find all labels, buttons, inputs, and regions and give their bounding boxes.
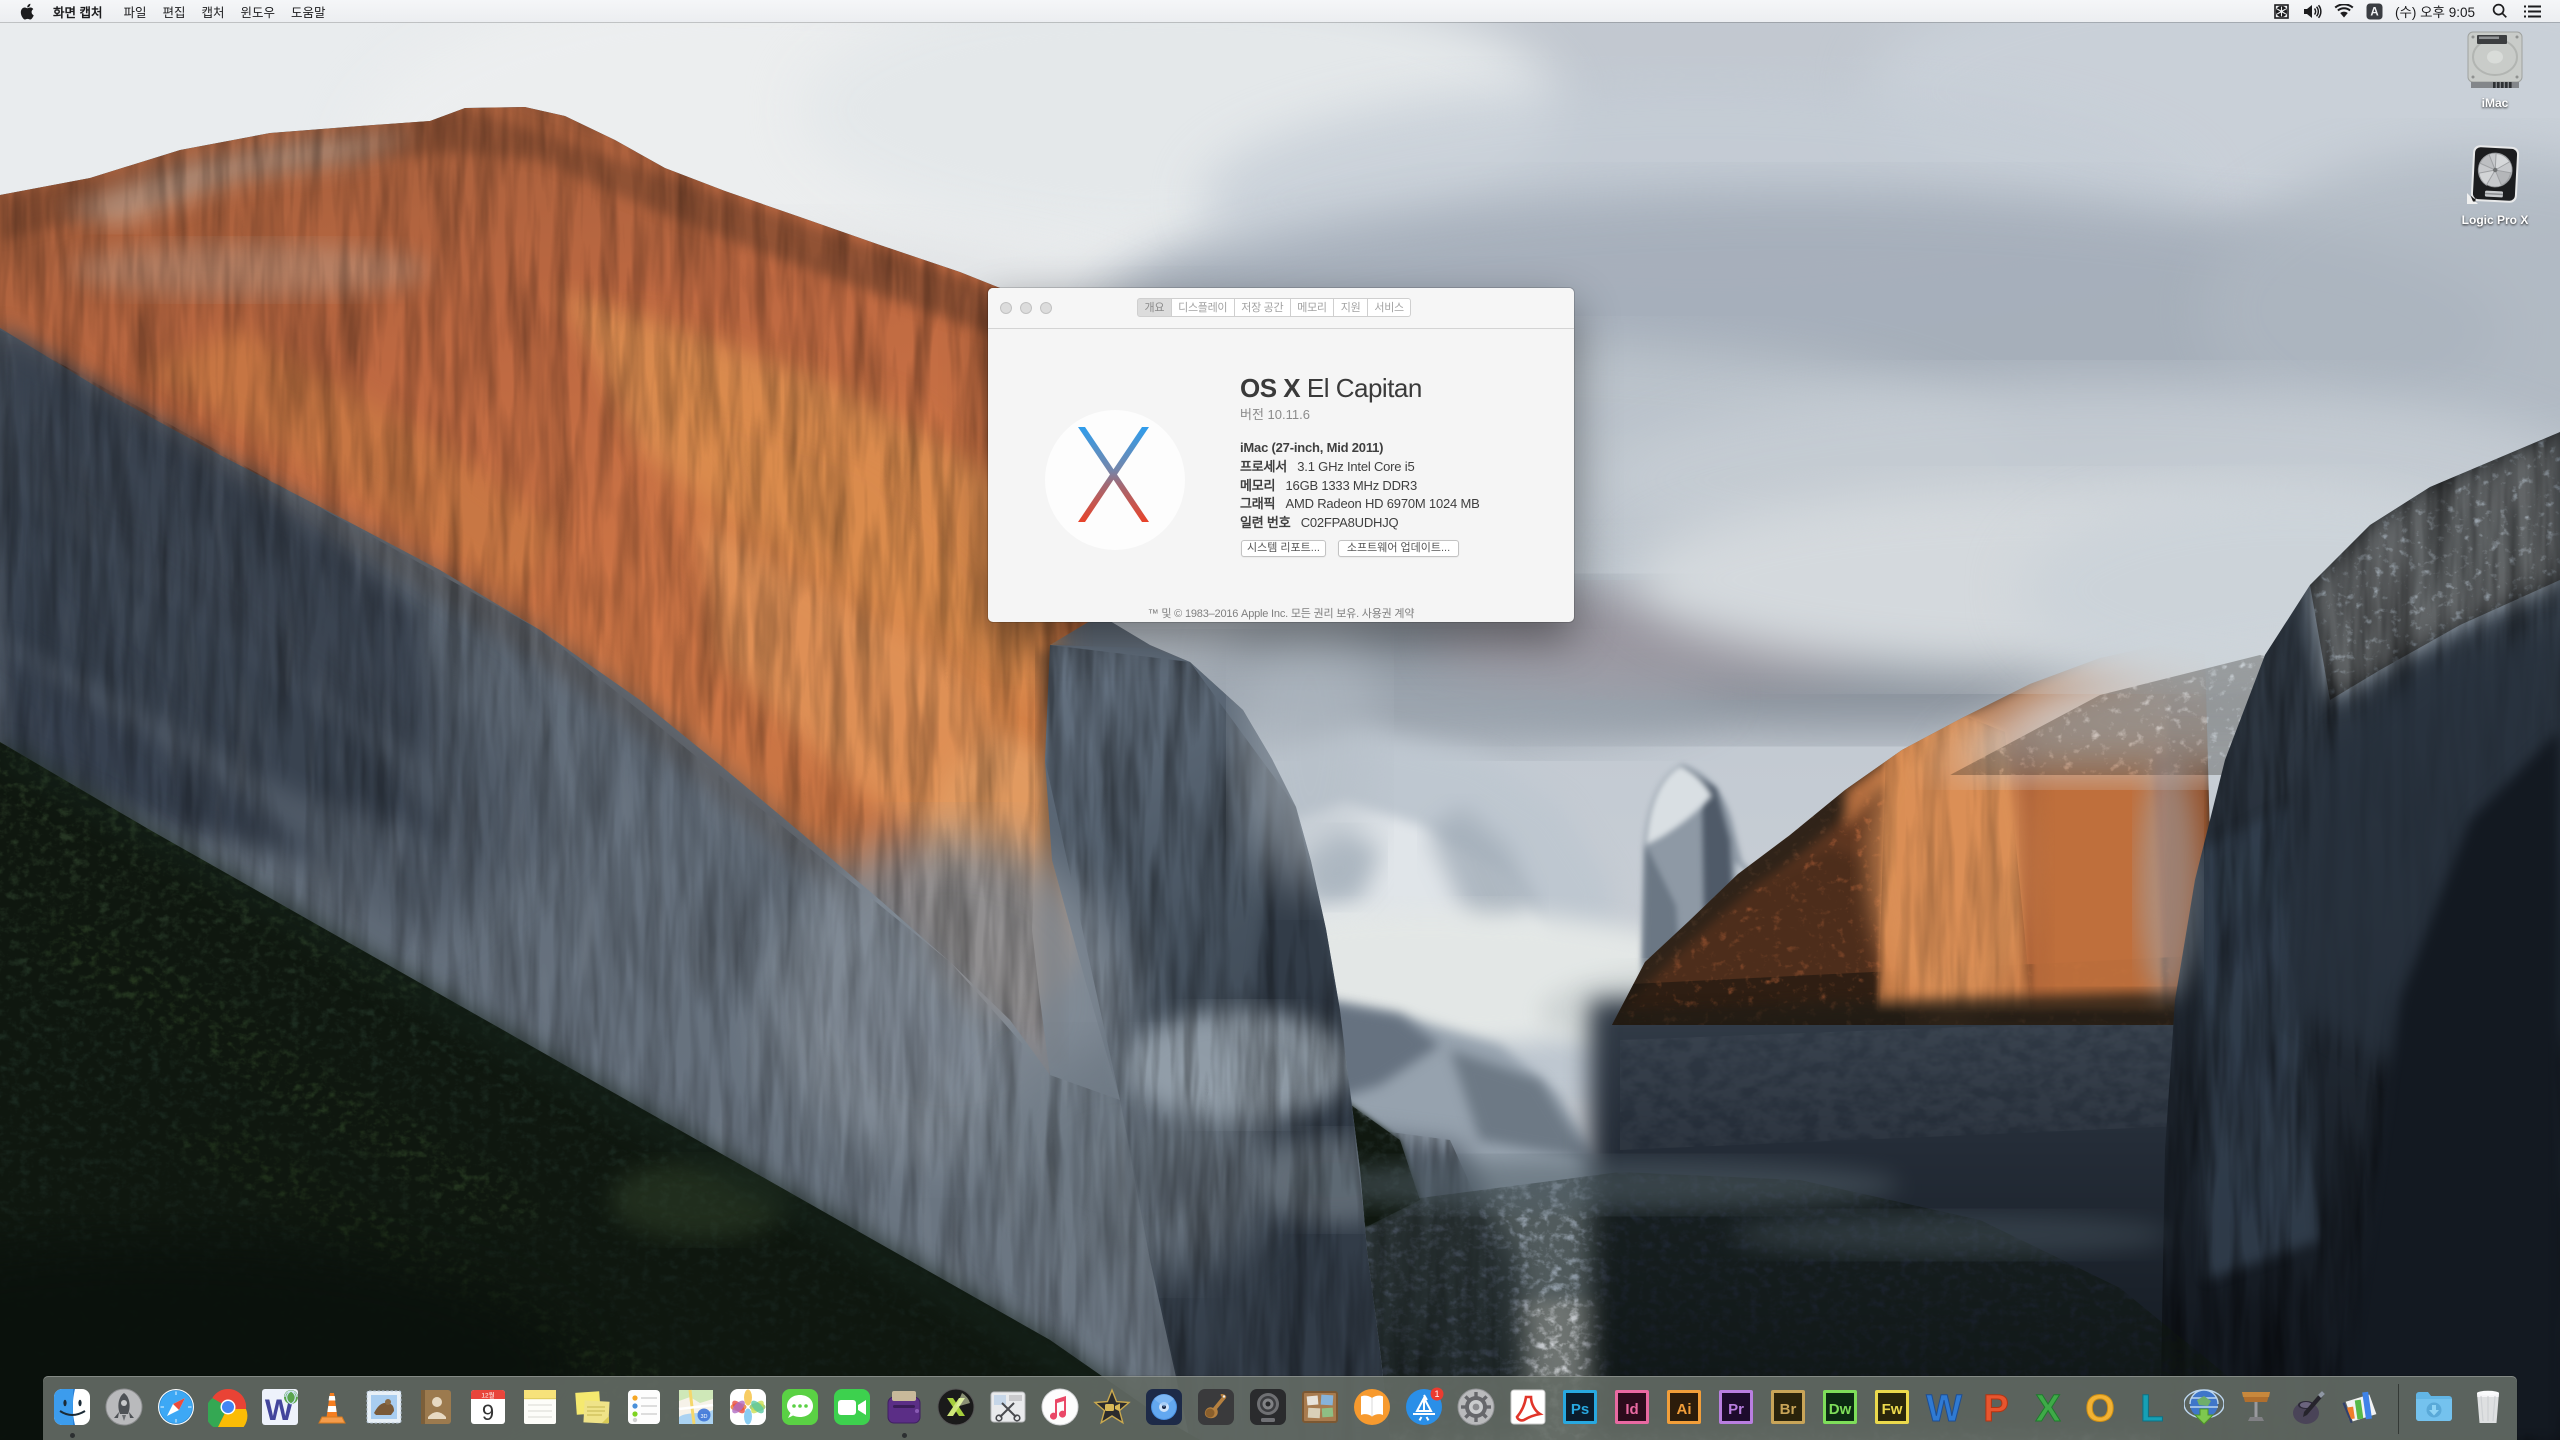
svg-text:Pr: Pr [1728, 1401, 1744, 1418]
svg-text:Id: Id [1625, 1401, 1638, 1418]
svg-text:Dw: Dw [1829, 1401, 1852, 1418]
svg-text:3D: 3D [700, 1414, 707, 1420]
svg-text:Br: Br [1780, 1401, 1797, 1418]
svg-text:A: A [2370, 6, 2378, 18]
svg-text:Ai: Ai [1677, 1401, 1692, 1418]
svg-text:O: O [2085, 1388, 2115, 1427]
svg-text:12월: 12월 [481, 1391, 494, 1400]
svg-text:1: 1 [1434, 1389, 1439, 1399]
svg-text:9: 9 [482, 1400, 494, 1425]
svg-text:L: L [2140, 1388, 2163, 1427]
svg-text:Fw: Fw [1882, 1401, 1903, 1418]
svg-text:X: X [2035, 1388, 2061, 1427]
svg-text:W: W [1926, 1388, 1962, 1427]
svg-text:P: P [1983, 1388, 2008, 1427]
svg-text:Ps: Ps [1571, 1401, 1589, 1418]
